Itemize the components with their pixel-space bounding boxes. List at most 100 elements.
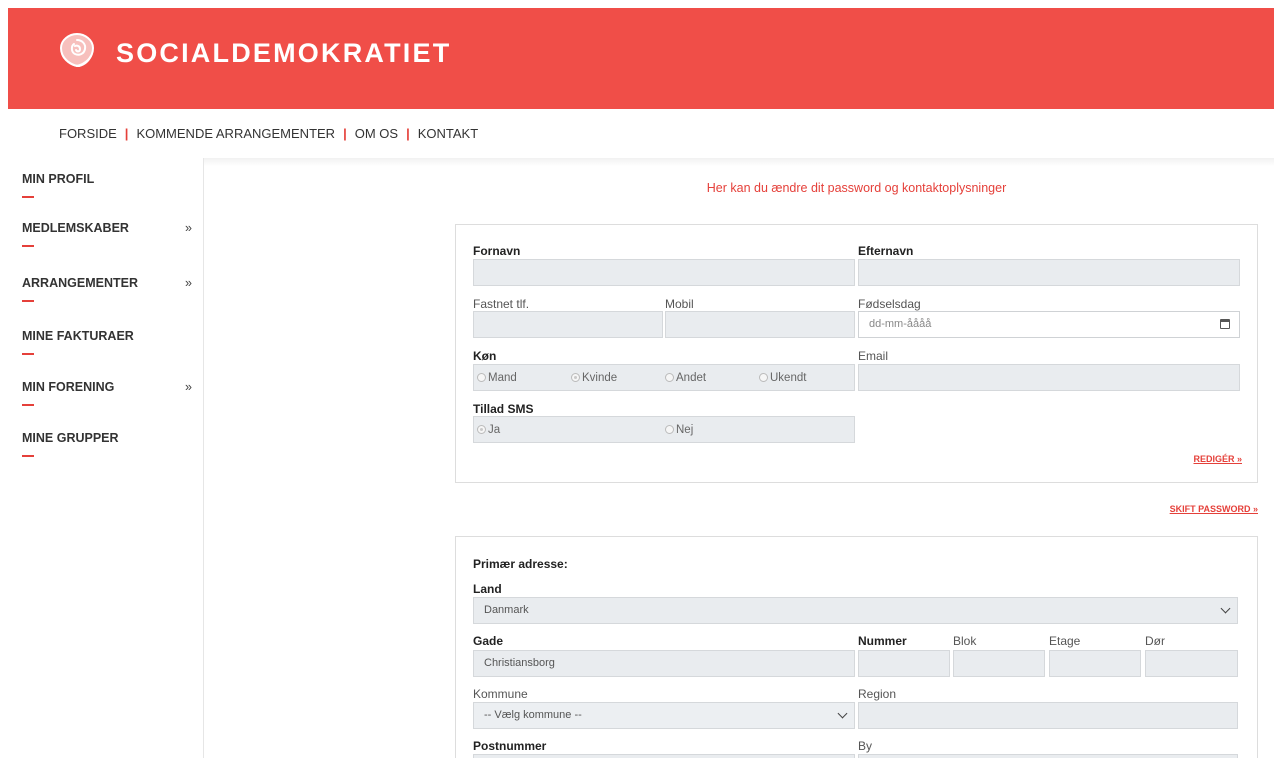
radio-icon	[665, 425, 674, 434]
date-placeholder: dd-mm-åååå	[869, 318, 932, 330]
radio-nej[interactable]: Nej	[665, 424, 693, 436]
chevron-down-icon	[837, 708, 848, 719]
sidebar-item-label: MIN FORENING	[22, 380, 115, 394]
by-field[interactable]	[858, 754, 1238, 758]
mobil-label: Mobil	[665, 297, 694, 311]
radio-selected-icon	[477, 425, 486, 434]
blok-field[interactable]	[953, 650, 1045, 677]
nav-kommende-arrangementer[interactable]: KOMMENDE ARRANGEMENTER	[136, 126, 335, 141]
radio-icon	[665, 373, 674, 382]
sidebar-item-min-profil[interactable]: MIN PROFIL	[22, 172, 194, 198]
profile-card: Fornavn Efternavn Fastnet tlf. Mobil Fød…	[455, 224, 1258, 483]
kommune-label: Kommune	[473, 687, 528, 701]
sidebar-item-label: MEDLEMSKABER	[22, 221, 129, 235]
address-section-title: Primær adresse:	[473, 557, 568, 571]
fastnet-field[interactable]	[473, 311, 663, 338]
sidebar-item-label: MINE FAKTURAER	[22, 329, 134, 343]
accent-dash	[22, 353, 34, 355]
by-label: By	[858, 739, 873, 753]
dor-field[interactable]	[1145, 650, 1238, 677]
sidebar-item-min-forening[interactable]: MIN FORENING »	[22, 380, 194, 406]
nav-separator: |	[343, 126, 347, 141]
efternavn-field[interactable]	[858, 259, 1240, 286]
accent-dash	[22, 196, 34, 198]
efternavn-label: Efternavn	[858, 244, 914, 258]
land-selected-value: Danmark	[484, 604, 529, 616]
kommune-select[interactable]: -- Vælg kommune --	[473, 702, 855, 729]
sidebar-item-label: ARRANGEMENTER	[22, 276, 138, 290]
chevron-right-icon: »	[185, 380, 192, 394]
brand-name[interactable]: SOCIALDEMOKRATIET	[116, 38, 451, 69]
chevron-right-icon: »	[185, 276, 192, 290]
postnummer-field[interactable]	[473, 754, 855, 758]
fastnet-label: Fastnet tlf.	[473, 297, 530, 311]
radio-label: Kvinde	[582, 372, 618, 384]
radio-ja[interactable]: Ja	[477, 424, 500, 436]
rose-icon[interactable]	[53, 26, 101, 74]
kommune-selected-value: -- Vælg kommune --	[484, 709, 582, 721]
accent-dash	[22, 245, 34, 247]
email-field[interactable]	[858, 364, 1240, 391]
nav-separator: |	[406, 126, 410, 141]
nav-forside[interactable]: FORSIDE	[59, 126, 117, 141]
sidebar-item-arrangementer[interactable]: ARRANGEMENTER »	[22, 276, 194, 302]
fornavn-label: Fornavn	[473, 244, 521, 258]
postnummer-label: Postnummer	[473, 739, 547, 753]
top-navigation: FORSIDE | KOMMENDE ARRANGEMENTER | OM OS | KON…	[59, 126, 478, 141]
radio-label: Mand	[488, 372, 517, 384]
kon-label: Køn	[473, 349, 497, 363]
sms-radio-group: Ja Nej	[473, 416, 855, 443]
sidebar-item-mine-fakturaer[interactable]: MINE FAKTURAER	[22, 329, 194, 355]
sidebar-item-medlemskaber[interactable]: MEDLEMSKABER »	[22, 221, 194, 247]
gade-label: Gade	[473, 634, 504, 648]
accent-dash	[22, 300, 34, 302]
nummer-field[interactable]	[858, 650, 950, 677]
sms-label: Tillad SMS	[473, 402, 534, 416]
radio-label: Ukendt	[770, 372, 807, 384]
chevron-right-icon: »	[185, 221, 192, 235]
region-label: Region	[858, 687, 897, 701]
blok-label: Blok	[953, 634, 977, 648]
dor-label: Dør	[1145, 634, 1165, 648]
etage-field[interactable]	[1049, 650, 1141, 677]
chevron-down-icon	[1220, 603, 1231, 614]
sidebar-item-mine-grupper[interactable]: MINE GRUPPER	[22, 431, 194, 457]
mobil-field[interactable]	[665, 311, 855, 338]
nav-kontakt[interactable]: KONTAKT	[418, 126, 478, 141]
gade-field[interactable]: Christiansborg	[473, 650, 855, 677]
nav-separator: |	[124, 126, 129, 141]
radio-mand[interactable]: Mand	[477, 372, 517, 384]
radio-kvinde[interactable]: Kvinde	[571, 372, 617, 384]
radio-ukendt[interactable]: Ukendt	[759, 372, 806, 384]
fodselsdag-date-input[interactable]: dd-mm-åååå	[858, 311, 1240, 338]
nummer-label: Nummer	[858, 634, 907, 648]
edit-profile-link[interactable]: REDIGÉR »	[1193, 454, 1242, 464]
fodselsdag-label: Fødselsdag	[858, 297, 921, 311]
sidebar-item-label: MINE GRUPPER	[22, 431, 119, 445]
page-intro: Her kan du ændre dit password og kontakt…	[706, 181, 1007, 195]
change-password-link[interactable]: SKIFT PASSWORD »	[1170, 504, 1258, 514]
email-label: Email	[858, 349, 889, 363]
radio-selected-icon	[571, 373, 580, 382]
calendar-icon[interactable]	[1220, 319, 1230, 329]
content-top-shadow	[204, 158, 1274, 166]
region-field[interactable]	[858, 702, 1238, 729]
radio-label: Andet	[676, 372, 707, 384]
radio-icon	[477, 373, 486, 382]
accent-dash	[22, 455, 34, 457]
radio-icon	[759, 373, 768, 382]
radio-label: Nej	[676, 424, 694, 436]
land-select[interactable]: Danmark	[473, 597, 1238, 624]
kon-radio-group: Mand Kvinde Andet Ukendt	[473, 364, 855, 391]
land-label: Land	[473, 582, 502, 596]
site-header: SOCIALDEMOKRATIET	[8, 8, 1274, 109]
accent-dash	[22, 404, 34, 406]
nav-om-os[interactable]: OM OS	[355, 126, 398, 141]
sidebar: MIN PROFIL MEDLEMSKABER » ARRANGEMENTER …	[0, 158, 204, 758]
radio-label: Ja	[488, 424, 501, 436]
address-card: Primær adresse: Land Danmark Gade Christ…	[455, 536, 1258, 758]
sidebar-item-label: MIN PROFIL	[22, 172, 95, 186]
fornavn-field[interactable]	[473, 259, 855, 286]
radio-andet[interactable]: Andet	[665, 372, 706, 384]
etage-label: Etage	[1049, 634, 1081, 648]
